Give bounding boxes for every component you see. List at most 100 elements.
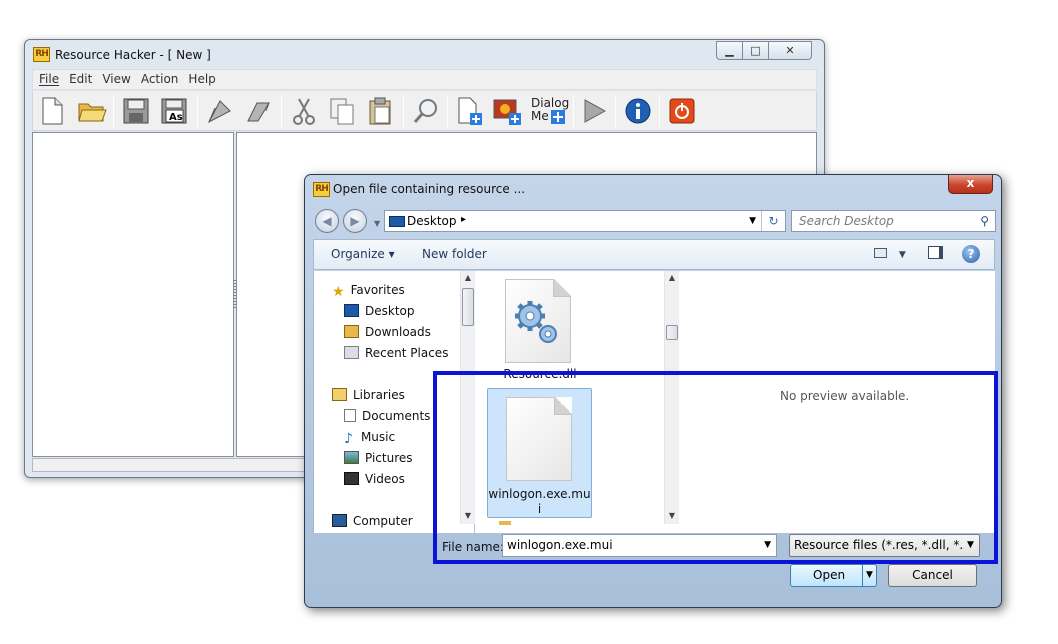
compile-button[interactable]	[205, 96, 235, 126]
run-button[interactable]	[579, 96, 609, 126]
menu-action[interactable]: Action	[136, 70, 184, 86]
scroll-up-icon[interactable]: ▲	[665, 273, 679, 282]
exit-button[interactable]	[667, 96, 697, 126]
exit-icon	[669, 98, 695, 124]
organize-button[interactable]: Organize ▾	[331, 247, 395, 261]
copy-button[interactable]	[327, 96, 357, 126]
toolbar: As Dialog Me	[32, 91, 817, 131]
star-icon: ★	[332, 284, 345, 300]
cut-button[interactable]	[289, 96, 319, 126]
open-label: Open	[813, 568, 846, 582]
help-icon[interactable]: ?	[962, 245, 980, 263]
menu-help[interactable]: Help	[183, 70, 220, 86]
save-as-button[interactable]: As	[159, 96, 189, 126]
compile-icon	[207, 100, 231, 124]
refresh-button[interactable]: ↻	[761, 211, 785, 231]
search-placeholder: Search Desktop	[799, 214, 894, 228]
dialog-menu-icon	[551, 110, 565, 124]
about-icon	[625, 98, 651, 124]
recent-places-icon	[344, 346, 359, 359]
nav-downloads[interactable]: Downloads	[344, 325, 431, 339]
save-as-label: As	[169, 112, 183, 123]
scroll-up-icon[interactable]: ▲	[461, 273, 475, 282]
decompile-button[interactable]	[243, 96, 273, 126]
nav-scrollbar-thumb[interactable]	[462, 288, 474, 326]
paste-icon	[369, 97, 391, 125]
open-button[interactable]	[77, 96, 107, 126]
view-options-button[interactable]: ▼	[874, 246, 906, 260]
dialog-menu-button[interactable]: Dialog Me	[531, 97, 569, 124]
nav-pictures[interactable]: Pictures	[344, 451, 413, 465]
address-bar[interactable]: Desktop ▸ ▼ ↻	[384, 210, 786, 232]
preview-pane-button[interactable]	[928, 246, 943, 260]
refresh-icon: ↻	[768, 214, 779, 228]
about-button[interactable]	[623, 96, 653, 126]
file-item[interactable]: Resource.dll	[475, 271, 665, 386]
back-button[interactable]: ◀	[315, 209, 339, 233]
window-title: Resource Hacker - [ New ]	[55, 48, 211, 62]
save-button[interactable]	[121, 96, 151, 126]
preview-pane-icon	[928, 246, 943, 259]
dialog-title: Open file containing resource ...	[333, 182, 526, 196]
nav-libraries[interactable]: Libraries	[332, 388, 405, 402]
menu-bar: File Edit View Action Help	[32, 69, 817, 90]
nav-recent-places[interactable]: Recent Places	[344, 346, 448, 360]
computer-icon	[332, 514, 347, 527]
nav-documents[interactable]: Documents	[344, 409, 430, 423]
close-button[interactable]: ✕	[768, 41, 812, 60]
add-resource-icon	[458, 97, 482, 125]
close-icon: x	[966, 176, 975, 190]
new-file-icon	[42, 97, 63, 125]
view-dropdown-icon: ▼	[898, 250, 906, 260]
videos-icon	[344, 472, 359, 485]
add-image-icon	[493, 99, 521, 125]
back-arrow-icon: ◀	[322, 214, 332, 228]
view-icon	[874, 248, 887, 258]
dll-file-icon	[505, 279, 571, 363]
nav-computer[interactable]: Computer	[332, 514, 413, 528]
search-icon[interactable]: ⚲	[980, 214, 989, 228]
minimize-icon: ▁	[725, 44, 734, 57]
highlight-box	[433, 371, 998, 564]
search-box[interactable]: Search Desktop ⚲	[791, 210, 996, 232]
title-bar: RH Resource Hacker - [ New ] ▁ □ ✕	[31, 41, 818, 66]
nav-desktop[interactable]: Desktop	[344, 304, 415, 318]
find-button[interactable]	[411, 96, 441, 126]
forward-button[interactable]: ▶	[343, 209, 367, 233]
dialog-rh-app-icon: RH	[313, 182, 330, 197]
new-folder-button[interactable]: New folder	[422, 247, 487, 261]
cut-icon	[293, 98, 315, 125]
address-location[interactable]: Desktop	[407, 214, 457, 228]
recent-locations-dropdown[interactable]: ▼	[374, 219, 380, 228]
address-dropdown-icon[interactable]: ▼	[749, 216, 756, 226]
nav-music[interactable]: ♪ Music	[344, 430, 395, 447]
paste-button[interactable]	[365, 96, 395, 126]
new-button[interactable]	[37, 96, 67, 126]
open-button[interactable]: Open ▼	[790, 564, 877, 587]
menu-edit[interactable]: Edit	[64, 70, 97, 86]
desktop-icon	[344, 304, 359, 317]
maximize-button[interactable]: □	[742, 41, 769, 60]
close-icon: ✕	[785, 44, 795, 57]
run-icon	[584, 99, 607, 123]
command-bar: Organize ▾ New folder ▼ ?	[313, 239, 995, 270]
nav-videos[interactable]: Videos	[344, 472, 405, 486]
breadcrumb-arrow-icon[interactable]: ▸	[461, 214, 466, 225]
open-split-dropdown-icon[interactable]: ▼	[862, 565, 876, 586]
maximize-icon: □	[750, 44, 761, 57]
file-list-scrollbar-thumb[interactable]	[666, 325, 678, 340]
add-image-button[interactable]	[493, 96, 523, 126]
resource-tree-pane[interactable]	[32, 132, 234, 457]
cancel-button[interactable]: Cancel	[888, 564, 977, 587]
menu-file[interactable]: File	[33, 70, 64, 86]
nav-favorites[interactable]: ★ Favorites	[332, 283, 405, 300]
save-icon	[123, 98, 149, 124]
open-folder-icon	[78, 103, 107, 122]
caption-buttons: ▁ □ ✕	[716, 41, 812, 60]
add-resource-button[interactable]	[455, 96, 485, 126]
dialog-close-button[interactable]: x	[948, 175, 993, 194]
decompile-icon	[247, 102, 270, 122]
menu-view[interactable]: View	[97, 70, 135, 86]
minimize-button[interactable]: ▁	[716, 41, 743, 60]
rh-app-icon: RH	[33, 47, 50, 62]
